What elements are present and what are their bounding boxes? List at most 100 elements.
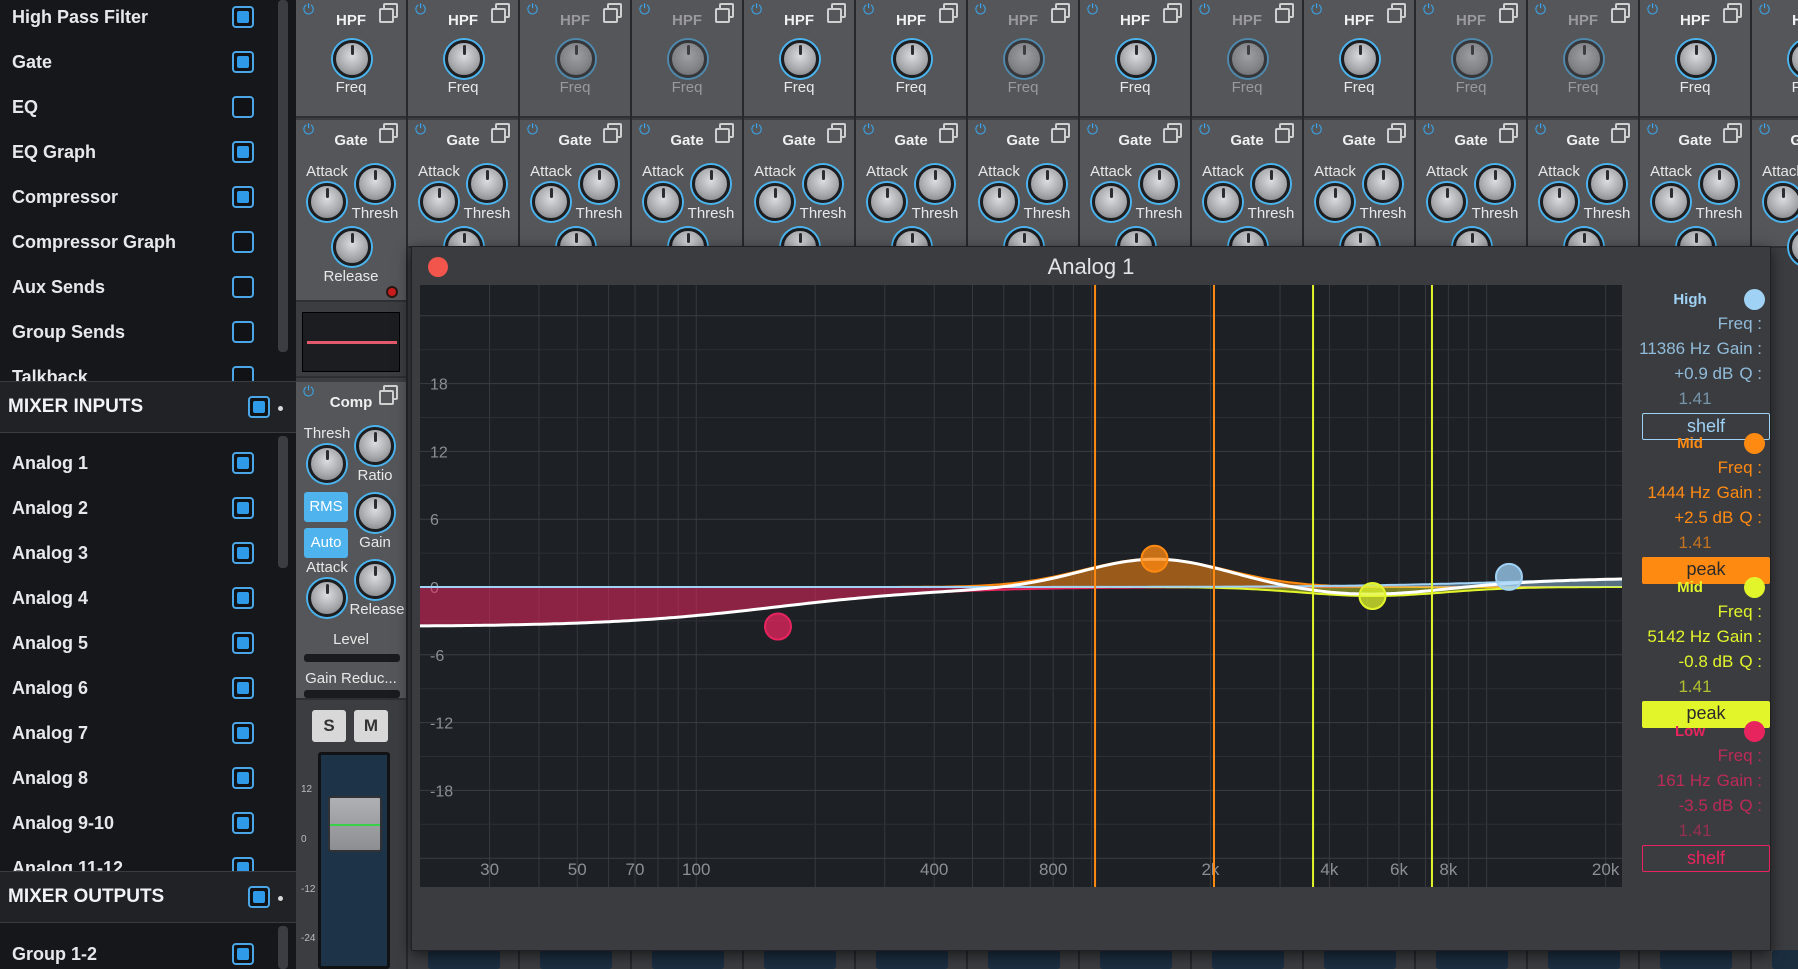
knob[interactable] (580, 165, 618, 203)
knob[interactable] (468, 165, 506, 203)
knob[interactable] (1316, 183, 1354, 221)
knob[interactable] (532, 183, 570, 221)
knob[interactable] (868, 183, 906, 221)
eq-band-handle[interactable] (1358, 582, 1387, 611)
knob[interactable] (308, 183, 346, 221)
solo-button[interactable]: S (312, 710, 346, 742)
sidebar-row[interactable]: Group 1-2 (0, 932, 276, 969)
eq-band-handle[interactable] (1140, 544, 1169, 573)
band-color-icon[interactable] (1744, 433, 1765, 454)
knob[interactable] (980, 183, 1018, 221)
sidebar-row-checkbox[interactable] (232, 231, 254, 253)
knob[interactable] (1140, 165, 1178, 203)
sidebar-row-checkbox[interactable] (232, 6, 254, 28)
knob[interactable] (916, 165, 954, 203)
sidebar-row-checkbox[interactable] (232, 722, 254, 744)
knob[interactable] (557, 40, 595, 78)
knob[interactable] (333, 228, 371, 266)
sidebar-row[interactable]: Analog 5 (0, 621, 276, 666)
sidebar-row-checkbox[interactable] (232, 452, 254, 474)
comp-graph-thumbnail[interactable] (296, 306, 406, 378)
knob[interactable] (308, 445, 346, 483)
mixer-outputs-checkbox[interactable] (248, 886, 270, 908)
knob[interactable] (356, 561, 394, 599)
knob[interactable] (781, 40, 819, 78)
knob[interactable] (1204, 183, 1242, 221)
sidebar-row[interactable]: EQ Graph (0, 130, 276, 175)
knob[interactable] (1677, 40, 1715, 78)
sidebar-row-checkbox[interactable] (232, 632, 254, 654)
knob[interactable] (308, 579, 346, 617)
knob[interactable] (333, 40, 371, 78)
sidebar-row[interactable]: Analog 9-10 (0, 801, 276, 846)
sidebar-row[interactable]: Analog 8 (0, 756, 276, 801)
knob[interactable] (1428, 183, 1466, 221)
knob[interactable] (1565, 40, 1603, 78)
fader-handle[interactable] (328, 796, 382, 852)
knob[interactable] (356, 427, 394, 465)
knob[interactable] (692, 165, 730, 203)
sidebar-row-checkbox[interactable] (232, 276, 254, 298)
sidebar-row[interactable]: Gate (0, 40, 276, 85)
sidebar-row[interactable]: Analog 2 (0, 486, 276, 531)
rms-button[interactable]: RMS (304, 492, 348, 522)
knob[interactable] (756, 183, 794, 221)
knob[interactable] (356, 165, 394, 203)
fader-track[interactable] (318, 752, 390, 969)
mute-button[interactable]: M (354, 710, 388, 742)
sidebar-row[interactable]: Compressor (0, 175, 276, 220)
band-color-icon[interactable] (1744, 577, 1765, 598)
eq-graph[interactable]: 181260-6-12-183050701004008002k4k6k8k20k (420, 285, 1622, 887)
sidebar-row[interactable]: Analog 6 (0, 666, 276, 711)
sidebar-row-checkbox[interactable] (232, 943, 254, 965)
knob[interactable] (1540, 183, 1578, 221)
knob[interactable] (1005, 40, 1043, 78)
knob[interactable] (1453, 40, 1491, 78)
knob[interactable] (804, 165, 842, 203)
inputs-scrollbar[interactable] (278, 436, 288, 568)
knob[interactable] (669, 40, 707, 78)
eq-band-handle[interactable] (1494, 562, 1523, 591)
knob[interactable] (1588, 165, 1626, 203)
sidebar-row-checkbox[interactable] (232, 542, 254, 564)
knob[interactable] (1117, 40, 1155, 78)
sidebar-row[interactable]: EQ (0, 85, 276, 130)
auto-button[interactable]: Auto (304, 528, 348, 558)
eq-graph-window[interactable]: Analog 1 181260-6-12-183050701004008002k… (411, 246, 1771, 951)
knob[interactable] (356, 494, 394, 532)
sidebar-row[interactable]: High Pass Filter (0, 0, 276, 40)
knob[interactable] (1652, 183, 1690, 221)
sidebar-row[interactable]: Group Sends (0, 310, 276, 355)
sidebar-row[interactable]: Aux Sends (0, 265, 276, 310)
knob[interactable] (893, 40, 931, 78)
knob[interactable] (1229, 40, 1267, 78)
knob[interactable] (1789, 40, 1798, 78)
sidebar-row-checkbox[interactable] (232, 96, 254, 118)
mixer-outputs-header[interactable]: MIXER OUTPUTS (0, 871, 296, 923)
eq-band-handle[interactable] (763, 612, 792, 641)
knob[interactable] (1476, 165, 1514, 203)
sidebar-row[interactable]: Analog 3 (0, 531, 276, 576)
sidebar-row-checkbox[interactable] (232, 587, 254, 609)
sidebar-row[interactable]: Compressor Graph (0, 220, 276, 265)
sidebar-row-checkbox[interactable] (232, 186, 254, 208)
sidebar-row[interactable]: Analog 7 (0, 711, 276, 756)
knob[interactable] (644, 183, 682, 221)
outputs-scrollbar[interactable] (278, 926, 288, 969)
band-type-button[interactable]: shelf (1642, 845, 1770, 872)
knob[interactable] (420, 183, 458, 221)
mixer-inputs-header[interactable]: MIXER INPUTS (0, 381, 296, 433)
knob[interactable] (1092, 183, 1130, 221)
sidebar-row-checkbox[interactable] (232, 677, 254, 699)
sidebar-row[interactable]: Analog 1 (0, 441, 276, 486)
sidebar-row-checkbox[interactable] (232, 141, 254, 163)
sidebar-row[interactable]: Analog 4 (0, 576, 276, 621)
knob[interactable] (1341, 40, 1379, 78)
band-color-icon[interactable] (1744, 289, 1765, 310)
knob[interactable] (445, 40, 483, 78)
knob[interactable] (1700, 165, 1738, 203)
knob[interactable] (1252, 165, 1290, 203)
sidebar-row-checkbox[interactable] (232, 497, 254, 519)
band-color-icon[interactable] (1744, 721, 1765, 742)
sidebar-row-checkbox[interactable] (232, 767, 254, 789)
